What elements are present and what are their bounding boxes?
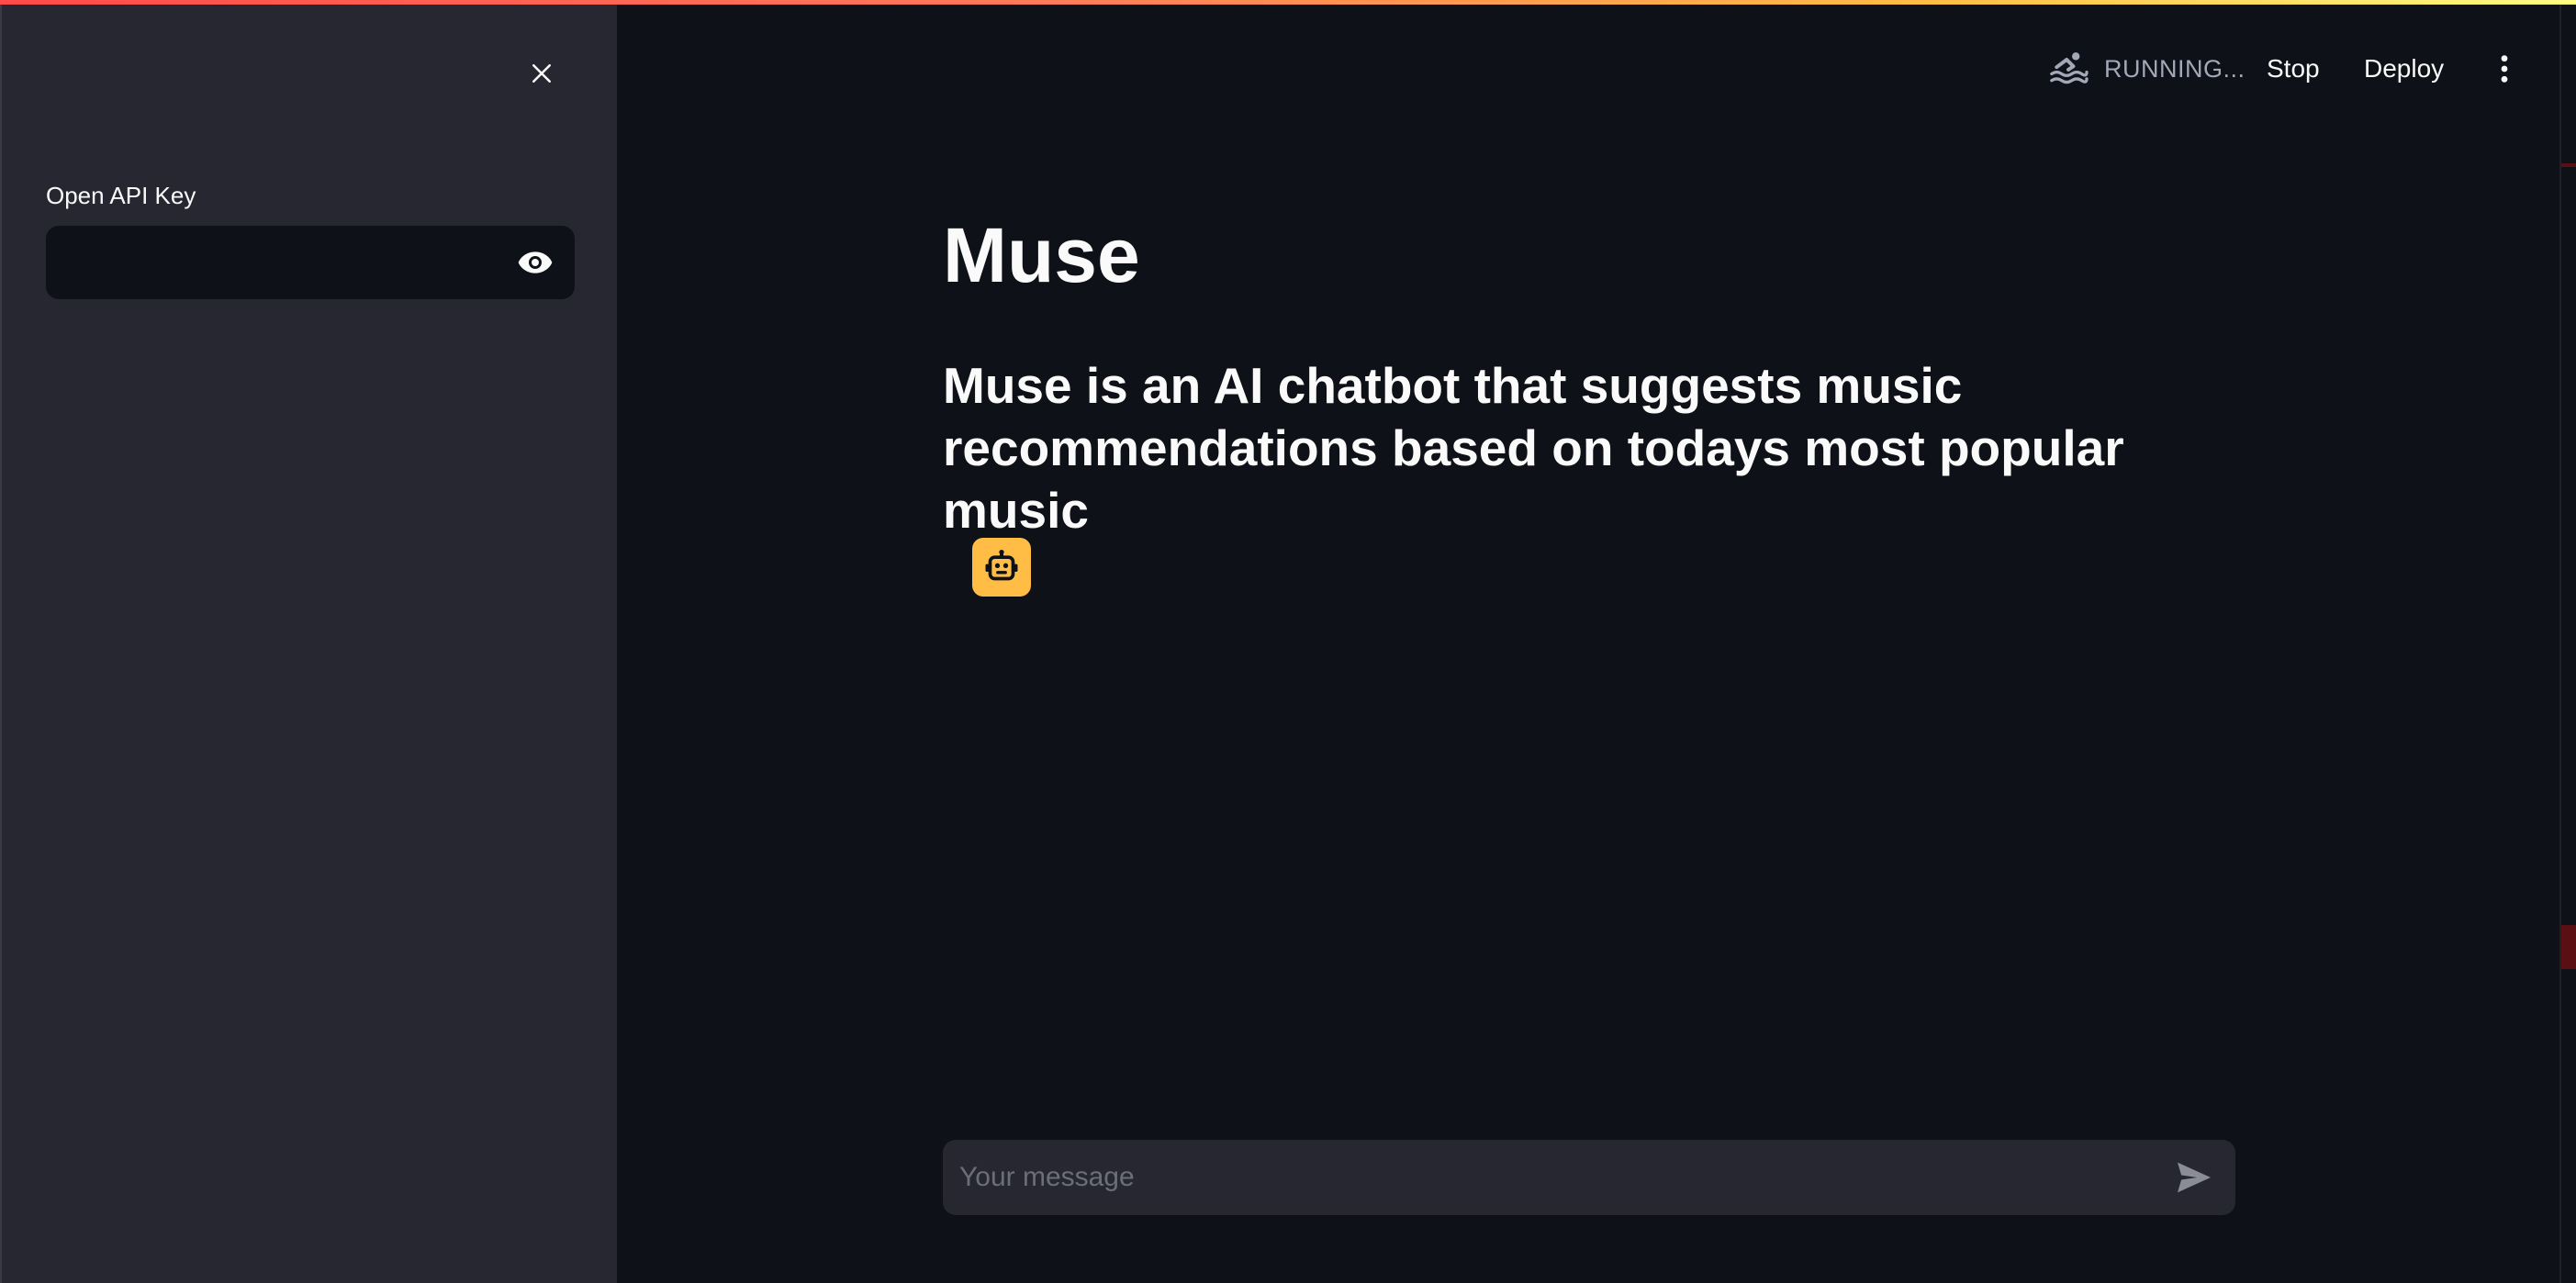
page-subtitle: Muse is an AI chatbot that suggests musi… [943, 357, 2124, 539]
api-key-field [46, 226, 575, 299]
assistant-avatar [972, 538, 1031, 597]
chat-message-input[interactable] [943, 1140, 2155, 1215]
close-icon [532, 64, 551, 83]
stop-button[interactable]: Stop [2267, 37, 2320, 101]
edge-marker [2561, 163, 2576, 167]
status-text: RUNNING... [2104, 54, 2246, 83]
toggle-visibility-button[interactable] [516, 244, 554, 281]
edge-marker [2561, 925, 2576, 969]
running-status: RUNNING... [2047, 37, 2246, 101]
right-edge-strip [2559, 0, 2576, 1283]
top-decoration-bar [0, 0, 2576, 5]
deploy-button[interactable]: Deploy [2364, 37, 2444, 101]
send-button[interactable] [2173, 1156, 2215, 1199]
api-key-label: Open API Key [46, 182, 196, 209]
page-title: Muse [943, 212, 1140, 298]
main-content: RUNNING... Stop Deploy Muse Muse is an A… [617, 0, 2576, 1283]
eye-icon [518, 251, 553, 273]
swimmer-icon [2047, 48, 2089, 90]
kebab-menu-icon [2501, 55, 2508, 83]
chat-input-bar [943, 1140, 2235, 1215]
robot-icon [985, 550, 1018, 581]
sidebar: Open API Key [0, 0, 617, 1283]
app-root: Open API Key RUNNING... Stop Deploy Muse… [0, 0, 2576, 1283]
main-menu-button[interactable] [2482, 46, 2526, 92]
close-sidebar-button[interactable] [521, 53, 562, 94]
api-key-input[interactable] [46, 226, 505, 299]
send-icon [2178, 1162, 2211, 1193]
